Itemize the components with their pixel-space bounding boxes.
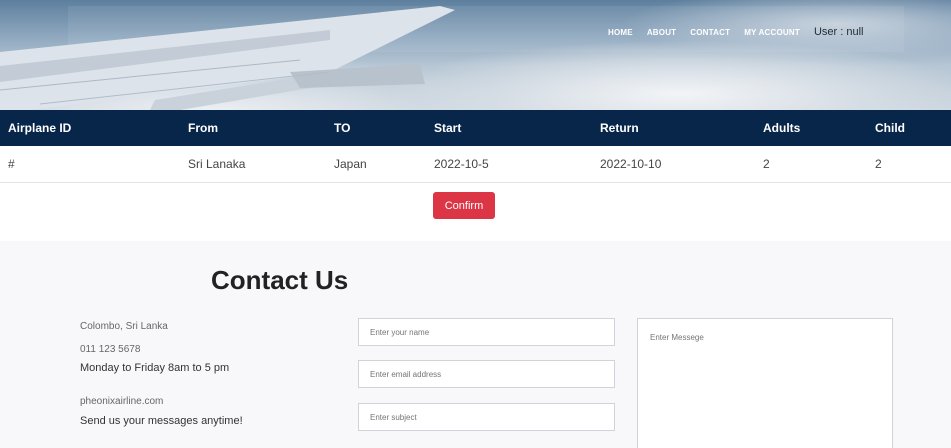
booking-table: Airplane ID From TO Start Return Adults … [0,110,951,183]
column-header: Start [434,121,462,135]
contact-title: Contact Us [211,265,349,295]
nav-contact-link[interactable]: CONTACT [690,28,730,37]
main-nav: HOME ABOUT CONTACT MY ACCOUNT User : nul… [608,26,864,38]
contact-note: Send us your messages anytime! [80,415,243,427]
table-cell: # [8,157,15,171]
column-header: From [188,121,218,135]
contact-hours: Monday to Friday 8am to 5 pm [80,362,230,374]
table-cell: Japan [334,157,367,171]
nav-my-account-link[interactable]: MY ACCOUNT [744,28,800,37]
table-cell: 2022-10-10 [600,157,662,171]
table-cell: Sri Lanaka [188,157,246,171]
hero-banner: HOME ABOUT CONTACT MY ACCOUNT User : nul… [0,0,951,110]
table-cell: 2 [763,157,770,171]
confirm-button[interactable]: Confirm [433,192,495,219]
airplane-wing-image [0,6,455,110]
nav-home-link[interactable]: HOME [608,28,633,37]
table-cell: 2022-10-5 [434,157,489,171]
table-cell: 2 [875,157,882,171]
column-header: Adults [763,121,801,135]
column-header: TO [334,121,351,135]
column-header: Airplane ID [8,121,72,135]
table-header-row: Airplane ID From TO Start Return Adults … [0,110,951,146]
column-header: Return [600,121,639,135]
contact-phone: 011 123 5678 [80,344,141,355]
nav-about-link[interactable]: ABOUT [647,28,676,37]
subject-input[interactable] [358,403,615,431]
email-input[interactable] [358,360,615,388]
contact-section: Contact Us Colombo, Sri Lanka 011 123 56… [0,241,951,448]
column-header: Child [875,121,905,135]
contact-address: Colombo, Sri Lanka [80,321,168,332]
table-row: # Sri Lanaka Japan 2022-10-5 2022-10-10 … [0,146,951,183]
contact-website: pheonixairline.com [80,396,164,407]
name-input[interactable] [358,318,615,346]
user-status: User : null [813,26,864,38]
message-textarea[interactable] [637,318,893,448]
